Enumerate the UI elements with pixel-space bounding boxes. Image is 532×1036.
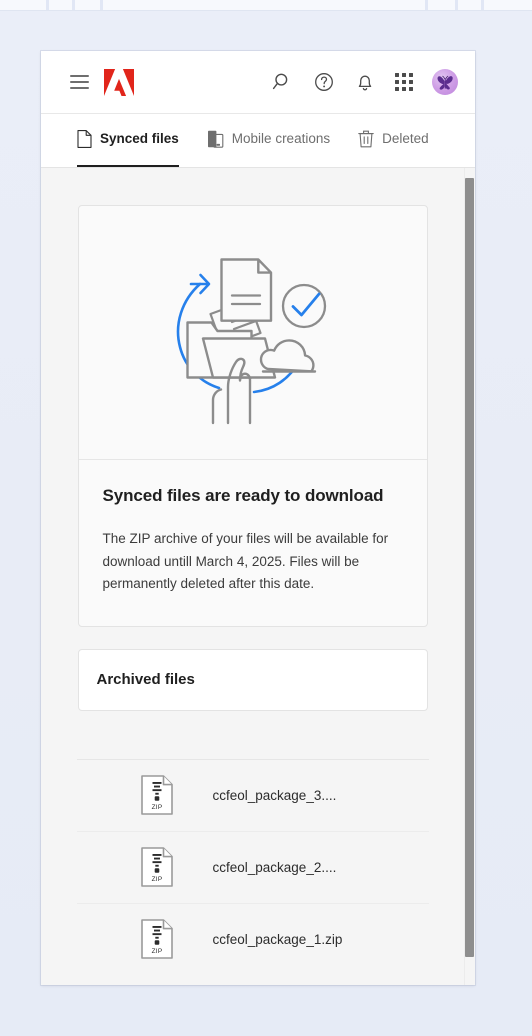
help-icon[interactable] [313, 71, 335, 93]
archived-files-title: Archived files [96, 671, 195, 688]
tab-label: Mobile creations [231, 131, 331, 146]
file-name: ccfeol_package_3.... [212, 787, 337, 803]
content-area: Synced files are ready to download The Z… [41, 168, 475, 985]
chrome-tick [455, 0, 458, 10]
chrome-tick [46, 0, 49, 10]
archived-file-list: ZIP ccfeol_package_3.... ZIP ccfeol_pack… [76, 758, 429, 975]
search-icon[interactable] [272, 71, 294, 93]
chrome-tick [72, 0, 75, 10]
hamburger-line [70, 81, 89, 83]
chrome-tick [481, 0, 484, 10]
svg-text:ZIP: ZIP [151, 876, 162, 883]
tab-label: Deleted [382, 131, 429, 146]
butterfly-icon [437, 75, 453, 90]
zip-file-icon: ZIP [137, 775, 177, 815]
bell-icon[interactable] [354, 71, 376, 93]
tab-bar: Synced files Mobile creations Deleted [41, 114, 475, 168]
sync-download-illustration [78, 206, 427, 460]
grid-dot [402, 73, 406, 77]
archived-files-card[interactable]: Archived files [77, 648, 428, 711]
zip-file-icon: ZIP [137, 919, 177, 959]
hamburger-line [70, 87, 89, 89]
browser-chrome-strip [0, 0, 532, 11]
scroll-pane: Synced files are ready to download The Z… [41, 168, 464, 985]
grid-dot [395, 80, 399, 84]
vertical-scrollbar[interactable] [464, 168, 475, 985]
app-header [41, 51, 475, 114]
illustration-graphic [176, 258, 326, 425]
file-name: ccfeol_package_1.zip [212, 931, 343, 947]
zip-file-icon: ZIP [137, 847, 177, 887]
zip-icon-graphic: ZIP [140, 847, 173, 887]
synced-files-card-body: Synced files are ready to download The Z… [79, 460, 427, 626]
hamburger-line [70, 75, 89, 77]
mobile-icon [207, 130, 224, 148]
zip-icon-graphic: ZIP [140, 919, 173, 959]
app-grid-icon[interactable] [395, 73, 413, 91]
app-window: Synced files Mobile creations Deleted Sy… [41, 51, 475, 985]
grid-dot [409, 87, 413, 91]
synced-files-card: Synced files are ready to download The Z… [77, 205, 428, 627]
desktop-background: Synced files Mobile creations Deleted Sy… [0, 0, 532, 1036]
scrollbar-thumb[interactable] [465, 178, 474, 957]
trash-icon [358, 130, 374, 148]
tab-deleted[interactable]: Deleted [344, 114, 443, 167]
list-item[interactable]: ZIP ccfeol_package_3.... [76, 760, 429, 832]
list-item[interactable]: ZIP ccfeol_package_2.... [76, 832, 429, 904]
file-name: ccfeol_package_2.... [212, 859, 337, 875]
adobe-logo-icon[interactable] [104, 68, 134, 96]
grid-dot [409, 73, 413, 77]
hamburger-menu-icon[interactable] [70, 75, 89, 89]
tab-mobile-creations[interactable]: Mobile creations [193, 114, 344, 167]
grid-dot [395, 87, 399, 91]
page-title: Synced files are ready to download [102, 486, 384, 505]
grid-dot [409, 80, 413, 84]
app-header-actions [272, 69, 458, 95]
tab-synced-files[interactable]: Synced files [63, 114, 193, 167]
document-icon [77, 130, 92, 148]
grid-dot [402, 87, 406, 91]
grid-dot [395, 73, 399, 77]
avatar[interactable] [432, 69, 458, 95]
svg-text:ZIP: ZIP [151, 948, 162, 955]
list-item[interactable]: ZIP ccfeol_package_1.zip [77, 904, 429, 975]
chrome-tick [100, 0, 103, 10]
chrome-tick [425, 0, 428, 10]
svg-text:ZIP: ZIP [151, 804, 162, 811]
grid-dot [402, 80, 406, 84]
zip-icon-graphic: ZIP [140, 775, 173, 815]
tab-label: Synced files [100, 131, 179, 146]
card-description: The ZIP archive of your files will be av… [102, 531, 389, 591]
